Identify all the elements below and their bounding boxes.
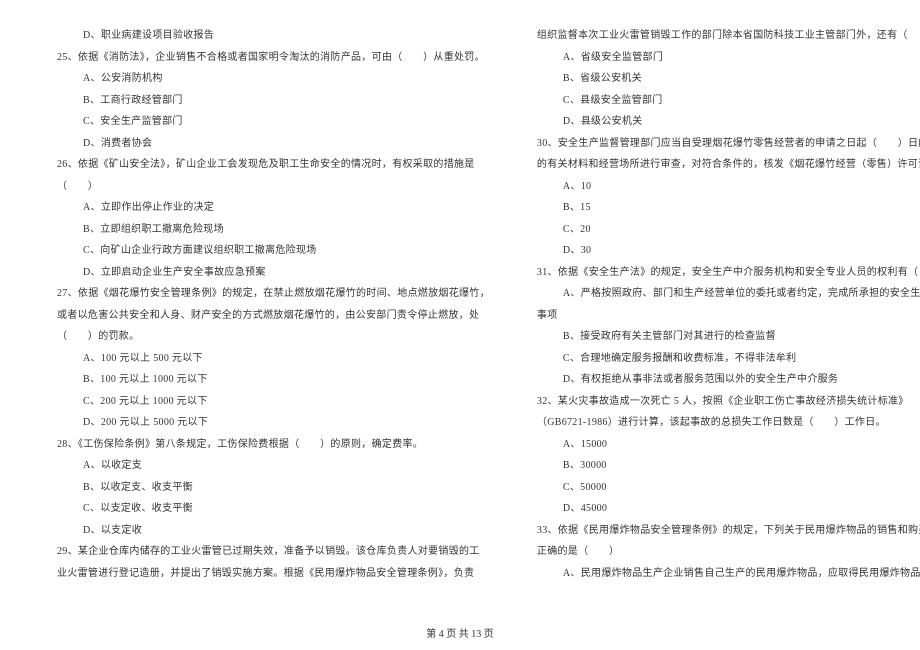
text-line: B、15 (525, 197, 920, 219)
text-line: 或者以危害公共安全和人身、财产安全的方式燃放烟花爆竹的，由公安部门责令停止燃放，… (45, 305, 490, 327)
text-line: 组织监督本次工业火雷管销毁工作的部门除本省国防科技工业主管部门外，还有（ ） (525, 25, 920, 47)
left-column: D、职业病建设项目验收报告25、依据《消防法》，企业销售不合格或者国家明令淘汰的… (45, 25, 490, 615)
document-columns: D、职业病建设项目验收报告25、依据《消防法》，企业销售不合格或者国家明令淘汰的… (45, 25, 875, 615)
page-footer: 第 4 页 共 13 页 (0, 625, 920, 640)
text-line: B、省级公安机关 (525, 68, 920, 90)
text-line: 正确的是（ ） (525, 541, 920, 563)
text-line: A、严格按照政府、部门和生产经营单位的委托或者约定，完成所承担的安全生产中介服务 (525, 283, 920, 305)
text-line: C、合理地确定服务报酬和收费标准，不得非法牟利 (525, 348, 920, 370)
text-line: 30、安全生产监督管理部门应当自受理烟花爆竹零售经营者的申请之日起（ ）日内对提… (525, 133, 920, 155)
text-line: 32、某火灾事故造成一次死亡 5 人，按照《企业职工伤亡事故经济损失统计标准》 (525, 391, 920, 413)
text-line: A、立即作出停止作业的决定 (45, 197, 490, 219)
text-line: A、民用爆炸物品生产企业销售自己生产的民用爆炸物品，应取得民用爆炸物品销售许可证 (525, 563, 920, 585)
right-column: 组织监督本次工业火雷管销毁工作的部门除本省国防科技工业主管部门外，还有（ ）A、… (525, 25, 920, 615)
text-line: A、以收定支 (45, 455, 490, 477)
text-line: D、200 元以上 5000 元以下 (45, 412, 490, 434)
text-line: 事项 (525, 305, 920, 327)
text-line: 的有关材料和经营场所进行审查，对符合条件的，核发《烟花爆竹经营（零售）许可证》。 (525, 154, 920, 176)
text-line: B、接受政府有关主管部门对其进行的检查监督 (525, 326, 920, 348)
text-line: （ ） (45, 176, 490, 198)
text-line: B、100 元以上 1000 元以下 (45, 369, 490, 391)
text-line: A、公安消防机构 (45, 68, 490, 90)
text-line: D、45000 (525, 498, 920, 520)
text-line: 26、依据《矿山安全法》，矿山企业工会发现危及职工生命安全的情况时，有权采取的措… (45, 154, 490, 176)
text-line: C、以支定收、收支平衡 (45, 498, 490, 520)
text-line: A、15000 (525, 434, 920, 456)
text-line: 28、《工伤保险条例》第八条规定，工伤保险费根据（ ）的原则，确定费率。 (45, 434, 490, 456)
text-line: 25、依据《消防法》，企业销售不合格或者国家明令淘汰的消防产品，可由（ ）从重处… (45, 47, 490, 69)
text-line: A、100 元以上 500 元以下 (45, 348, 490, 370)
text-line: C、县级安全监管部门 (525, 90, 920, 112)
text-line: C、200 元以上 1000 元以下 (45, 391, 490, 413)
text-line: A、10 (525, 176, 920, 198)
text-line: D、有权拒绝从事非法或者服务范围以外的安全生产中介服务 (525, 369, 920, 391)
text-line: 31、依据《安全生产法》的规定，安全生产中介服务机构和安全专业人员的权利有（ ）… (525, 262, 920, 284)
text-line: C、50000 (525, 477, 920, 499)
text-line: A、省级安全监管部门 (525, 47, 920, 69)
text-line: B、以收定支、收支平衡 (45, 477, 490, 499)
text-line: （ ）的罚款。 (45, 326, 490, 348)
text-line: （GB6721-1986）进行计算，该起事故的总损失工作日数是（ ）工作日。 (525, 412, 920, 434)
text-line: 业火雷管进行登记造册，并提出了销毁实施方案。根据《民用爆炸物品安全管理条例》，负… (45, 563, 490, 585)
text-line: D、以支定收 (45, 520, 490, 542)
text-line: D、县级公安机关 (525, 111, 920, 133)
text-line: C、20 (525, 219, 920, 241)
text-line: D、消费者协会 (45, 133, 490, 155)
text-line: B、立即组织职工撤离危险现场 (45, 219, 490, 241)
text-line: 29、某企业仓库内储存的工业火雷管已过期失效，准备予以销毁。该仓库负责人对要销毁… (45, 541, 490, 563)
text-line: B、30000 (525, 455, 920, 477)
text-line: 27、依据《烟花爆竹安全管理条例》的规定，在禁止燃放烟花爆竹的时间、地点燃放烟花… (45, 283, 490, 305)
text-line: C、向矿山企业行政方面建议组织职工撤离危险现场 (45, 240, 490, 262)
text-line: B、工商行政经管部门 (45, 90, 490, 112)
text-line: D、30 (525, 240, 920, 262)
text-line: D、职业病建设项目验收报告 (45, 25, 490, 47)
text-line: D、立即启动企业生产安全事故应急预案 (45, 262, 490, 284)
text-line: 33、依据《民用爆炸物品安全管理条例》的规定，下列关于民用爆炸物品的销售和购买的… (525, 520, 920, 542)
text-line: C、安全生产监管部门 (45, 111, 490, 133)
